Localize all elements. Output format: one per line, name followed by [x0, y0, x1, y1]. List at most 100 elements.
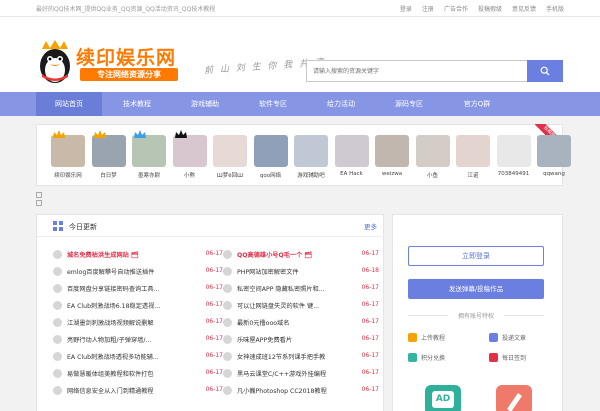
news-item-title[interactable]: EA Club刺激战场6.18稳定透视...: [67, 301, 192, 310]
avatar-name: 墨寒亦尉: [137, 173, 160, 179]
crown-icon: [134, 130, 146, 138]
perk-points[interactable]: 积分兑换: [408, 353, 445, 362]
contributor-avatar[interactable]: 白日梦: [91, 130, 126, 179]
nav-software[interactable]: 软件专区: [240, 92, 306, 116]
news-item[interactable]: EA Club刺激战场透视多功能辅... 06-17: [53, 349, 223, 366]
top-link-login[interactable]: 登录: [400, 4, 412, 13]
perk-submit[interactable]: 投递文章: [489, 333, 526, 342]
user-panel: 立即登录 发送弹幕/投稿作品 拥有账号特权 上传教程 投递文章 积分兑换 每日签…: [392, 214, 563, 411]
avatar[interactable]: [213, 135, 247, 167]
logo-title[interactable]: 续印娱乐网: [76, 43, 176, 70]
news-item[interactable]: 最新0元撸ooo域名 06-17: [223, 315, 379, 332]
news-item-title[interactable]: PHP网站加密解密文件: [237, 267, 362, 276]
contributor-avatar[interactable]: 游戏辅助吧: [294, 135, 328, 179]
avatar[interactable]: [172, 135, 207, 167]
news-item-title[interactable]: QQ高德雄小号Q毛一个 🗂: [237, 250, 362, 259]
ad-tile-icon[interactable]: AD: [425, 385, 461, 411]
nav-qq-group[interactable]: 官方Q群: [444, 92, 510, 116]
nav-home[interactable]: 网站首页: [36, 92, 102, 116]
avatar[interactable]: [334, 135, 369, 167]
news-item-title[interactable]: 江湖墨剑刺激战场视频解说删解: [67, 318, 192, 327]
news-item-title[interactable]: 易做慧暖体组美教程和软件打包: [67, 369, 192, 378]
news-item-title[interactable]: emlog百度解攀号自动推送插件: [67, 267, 192, 276]
news-item[interactable]: 亮野行动人物加粗/子弹穿墙/... 06-17: [53, 332, 223, 349]
news-item-title[interactable]: 私密空间APP 隐藏私密照片和...: [237, 284, 362, 293]
top-link-ads[interactable]: 广告合作: [444, 4, 468, 13]
upload-icon: [408, 333, 417, 342]
avatar[interactable]: [537, 135, 571, 167]
news-item-date: 06-17: [361, 284, 379, 291]
nav-tutorials[interactable]: 技术教程: [104, 92, 170, 116]
news-item-title[interactable]: 百度网盘分享链接密码查询工具...: [67, 284, 192, 293]
news-item-title[interactable]: 可以让网链盘失灵的软件 键...: [237, 301, 362, 310]
search-input[interactable]: [307, 61, 527, 81]
nav-events[interactable]: 给力活动: [308, 92, 374, 116]
news-item[interactable]: 网络信息安全从入门到精通教程 06-17: [53, 383, 223, 400]
contributor-avatar[interactable]: 江诺: [456, 135, 490, 179]
login-button[interactable]: 立即登录: [408, 246, 544, 266]
contributor-avatar[interactable]: 小鱼: [415, 135, 450, 179]
grid-icon: [53, 221, 63, 231]
top-link-feedback[interactable]: 意见反馈: [512, 4, 536, 13]
avatar[interactable]: [496, 135, 531, 167]
pen-tile-icon[interactable]: [496, 385, 532, 411]
top-link-register[interactable]: 注册: [422, 4, 434, 13]
avatar[interactable]: [132, 135, 166, 167]
news-item-title[interactable]: 乐味屋APP免费看片: [237, 335, 362, 344]
news-item[interactable]: EA Club刺激战场6.18稳定透视... 06-17: [53, 298, 223, 315]
search-button[interactable]: [527, 60, 563, 82]
news-item-title[interactable]: 网络信息安全从入门到精通教程: [67, 386, 192, 395]
news-item[interactable]: 私密空间APP 隐藏私密照片和... 06-17: [223, 281, 379, 298]
top-link-submit[interactable]: 投稿假级: [478, 4, 502, 13]
news-item-title[interactable]: 黑马云课堂C/C++游戏外挂编程: [237, 369, 362, 378]
avatar[interactable]: [51, 135, 85, 167]
nav-game-helpers[interactable]: 游戏辅助: [172, 92, 238, 116]
avatar[interactable]: [294, 135, 328, 167]
contributor-avatar[interactable]: 续印娱乐网: [51, 130, 85, 179]
avatar[interactable]: [415, 135, 450, 167]
contributor-avatar[interactable]: Ш梦ё回Ш: [213, 135, 247, 179]
news-item[interactable]: 可以让网链盘失灵的软件 键... 06-17: [223, 298, 379, 315]
news-item[interactable]: emlog百度解攀号自动推送插件 06-17: [53, 264, 223, 281]
avatar-icon: [223, 284, 232, 293]
penguin-logo-icon[interactable]: [36, 39, 74, 85]
avatar[interactable]: [253, 135, 288, 167]
contributor-avatar[interactable]: qoo网络: [253, 135, 288, 179]
contributor-avatar[interactable]: 墨寒亦尉: [132, 130, 166, 179]
news-item[interactable]: 女神速成班12节系列课手把手教 06-17: [223, 349, 379, 366]
perk-label: 投递文章: [502, 335, 527, 342]
news-more-link[interactable]: 更多: [364, 221, 377, 231]
news-item-title[interactable]: EA Club刺激战场透视多功能辅...: [67, 352, 192, 361]
news-item[interactable]: 江湖墨剑刺激战场视频解说删解 06-17: [53, 315, 223, 332]
news-item-title[interactable]: 凡小巍Photoshop CC2018教程: [237, 386, 362, 395]
news-item[interactable]: 凡小巍Photoshop CC2018教程 06-17: [223, 383, 379, 400]
avatar[interactable]: [375, 135, 409, 167]
post-button[interactable]: 发送弹幕/投稿作品: [408, 279, 544, 299]
news-item[interactable]: 城名免费枯洪生成网站 🗂 06-17: [53, 247, 223, 264]
news-item[interactable]: 百度网盘分享链接密码查询工具... 06-17: [53, 281, 223, 298]
contributor-avatar[interactable]: qqwang: [537, 135, 571, 177]
top-link-mobile[interactable]: 手机版: [546, 4, 564, 13]
ad-placeholder-icon[interactable]: [36, 192, 42, 198]
ad-placeholder-icon[interactable]: [36, 200, 42, 206]
avatar-icon: [53, 386, 62, 395]
news-item-title[interactable]: 城名免费枯洪生成网站 🗂: [67, 250, 192, 259]
news-item[interactable]: 黑马云课堂C/C++游戏外挂编程 06-17: [223, 366, 379, 383]
contributor-avatar[interactable]: EA Hack: [334, 135, 369, 177]
avatar[interactable]: [91, 135, 126, 167]
perk-checkin[interactable]: 每日签到: [489, 353, 526, 362]
news-item[interactable]: 乐味屋APP免费看片 06-17: [223, 332, 379, 349]
news-item[interactable]: QQ高德雄小号Q毛一个 🗂 06-17: [223, 247, 379, 264]
news-item[interactable]: PHP网站加密解密文件 06-18: [223, 264, 379, 281]
nav-source-code[interactable]: 源码专区: [376, 92, 442, 116]
news-item-title[interactable]: 最新0元撸ooo域名: [237, 318, 362, 327]
contributor-avatar[interactable]: 703849491: [496, 135, 531, 177]
avatar[interactable]: [456, 135, 490, 167]
perk-upload[interactable]: 上传教程: [408, 333, 445, 342]
news-item-title[interactable]: 女神速成班12节系列课手把手教: [237, 352, 362, 361]
contributor-avatar[interactable]: 小熬: [172, 130, 207, 179]
pen-icon: [507, 393, 522, 411]
contributor-avatar[interactable]: weizwa: [375, 135, 409, 177]
news-item-title[interactable]: 亮野行动人物加粗/子弹穿墙/...: [67, 335, 192, 344]
news-item[interactable]: 易做慧暖体组美教程和软件打包 06-17: [53, 366, 223, 383]
